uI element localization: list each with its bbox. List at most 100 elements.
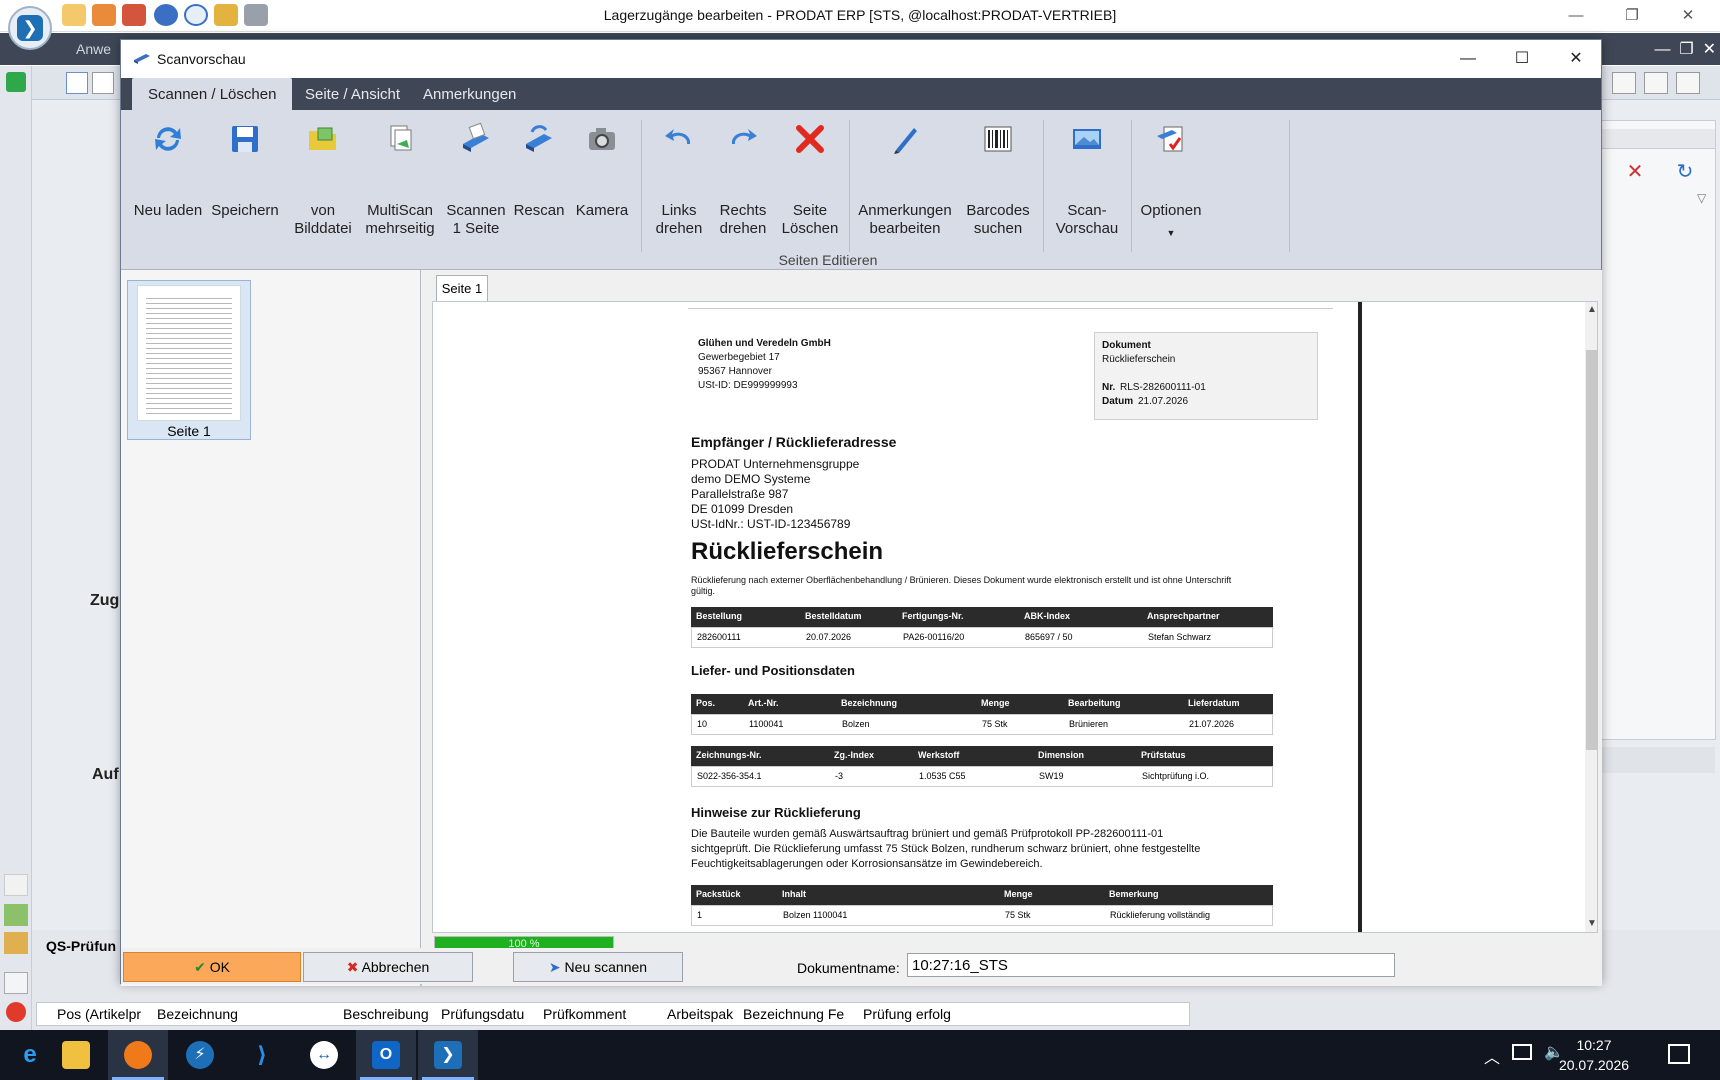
table2-row: 10 1100041 Bolzen 75 Stk Brünieren 21.07…	[691, 714, 1273, 735]
notification-icon[interactable]	[1668, 1044, 1690, 1064]
filter-icon[interactable]: ▽	[1697, 191, 1706, 205]
thumb-lines	[146, 294, 232, 414]
clock-date[interactable]: 20.07.2026	[1554, 1057, 1634, 1073]
neu-scannen-button[interactable]: ➤ Neu scannen	[513, 952, 683, 982]
app-minimize-button[interactable]: —	[1556, 4, 1596, 28]
dialog-maximize-button[interactable]: ☐	[1495, 44, 1549, 74]
col-header[interactable]: Prüfung erfolg	[863, 1006, 951, 1022]
col-header[interactable]: Bezeichnung Fe	[743, 1006, 844, 1022]
right-panel-toolbar	[1601, 747, 1715, 773]
chevron-down-icon: ▼	[1166, 228, 1176, 238]
taskbar-app-blue[interactable]: ⚡	[170, 1030, 230, 1080]
vscode-icon: ⟩	[256, 1042, 268, 1067]
toolbar-window-icon[interactable]	[66, 72, 88, 94]
abbrechen-label: Abbrechen	[361, 959, 430, 975]
clock-time[interactable]: 10:27	[1554, 1037, 1634, 1053]
toolbar-right-icon-1[interactable]	[1612, 72, 1636, 94]
dokumentname-label: Dokumentname:	[797, 960, 900, 976]
tab-seite-ansicht[interactable]: Seite / Ansicht	[289, 78, 416, 110]
scroll-down-icon[interactable]: ▼	[1585, 918, 1597, 929]
ok-button[interactable]: ✔ OK	[123, 952, 301, 982]
speichern-button[interactable]: Speichern	[209, 110, 281, 246]
col-header[interactable]: Prüfungsdatu	[441, 1006, 524, 1022]
col-header[interactable]: Arbeitspak	[667, 1006, 733, 1022]
thumbnail-label: Seite 1	[167, 423, 211, 439]
options-icon	[1157, 126, 1183, 152]
scan-page-icon	[463, 122, 489, 152]
tab-scannen-loeschen[interactable]: Scannen / Löschen	[132, 78, 293, 110]
col-header[interactable]: Beschreibung	[343, 1006, 429, 1022]
rechts-drehen-button[interactable]: Rechts drehen	[711, 110, 775, 246]
page-tab-seite-1[interactable]: Seite 1	[436, 275, 488, 301]
toolbar-right-icon-3[interactable]	[1676, 72, 1700, 94]
app-restore-button[interactable]: ❐	[1612, 4, 1652, 28]
app-left-toolbar	[0, 66, 32, 1030]
network-icon[interactable]	[1512, 1044, 1532, 1060]
cancel-x-icon: ✖	[346, 959, 359, 975]
multiscan-button[interactable]: MultiScan mehrseitig	[359, 110, 441, 246]
page-thumbnail[interactable]: Seite 1	[127, 280, 251, 440]
taskbar-outlook[interactable]: O	[356, 1030, 416, 1080]
taskbar-prodat[interactable]: ❯	[418, 1030, 478, 1080]
taskbar-firefox[interactable]	[108, 1030, 168, 1080]
taskbar-vscode[interactable]: ⟩	[232, 1030, 292, 1080]
table4-row: 1 Bolzen 1100041 75 Stk Rücklieferung vo…	[691, 905, 1273, 926]
menu-anwendung[interactable]: Anwe	[76, 41, 111, 57]
tray-chevron-up-icon[interactable]: ︿	[1484, 1044, 1500, 1068]
chart-edit-icon[interactable]	[4, 904, 28, 926]
optionen-button[interactable]: Optionen ▼	[1131, 110, 1211, 246]
toolbar-right-icon-2[interactable]	[1644, 72, 1668, 94]
td: -3	[835, 771, 844, 781]
rescan-button[interactable]: Rescan	[507, 110, 571, 246]
abbrechen-button[interactable]: ✖ Abbrechen	[303, 952, 473, 982]
box-type: Rücklieferschein	[1102, 354, 1176, 365]
report-icon[interactable]	[4, 932, 28, 954]
camera-icon	[589, 128, 615, 150]
blank-icon[interactable]	[4, 874, 28, 896]
links-drehen-button[interactable]: Links drehen	[647, 110, 711, 246]
app-close-button[interactable]: ✕	[1668, 4, 1708, 28]
page-edge	[1358, 302, 1362, 932]
seite-loeschen-button[interactable]: Seite Löschen	[777, 110, 843, 246]
td: Rücklieferung vollständig	[1110, 910, 1211, 920]
dokumentname-input[interactable]	[907, 953, 1395, 977]
von-bilddatei-button[interactable]: von Bilddatei	[287, 110, 359, 246]
ribbon-separator	[849, 120, 850, 252]
barcodes-suchen-button[interactable]: Barcodes suchen	[957, 110, 1039, 246]
tab-anmerkungen[interactable]: Anmerkungen	[407, 78, 532, 110]
anmerkungen-bearbeiten-button[interactable]: Anmerkungen bearbeiten	[853, 110, 957, 246]
dialog-minimize-button[interactable]: —	[1441, 44, 1495, 74]
scrollbar-thumb[interactable]	[1586, 350, 1597, 750]
doc-topline	[688, 308, 1333, 309]
th: Fertigungs-Nr.	[902, 611, 964, 621]
taskbar-explorer[interactable]	[46, 1030, 106, 1080]
th: Bearbeitung	[1068, 698, 1121, 708]
neu-laden-button[interactable]: Neu laden	[129, 110, 207, 246]
taskbar-teamviewer[interactable]: ↔	[294, 1030, 354, 1080]
dialog-close-button[interactable]: ✕	[1549, 44, 1603, 74]
prodat-logo-icon[interactable]: ❯	[8, 6, 52, 50]
td: 865697 / 50	[1025, 632, 1073, 642]
page-viewer: Seite 1 Glühen und Veredeln GmbH Gewerbe…	[422, 270, 1602, 986]
links-drehen-label: Links drehen	[655, 202, 703, 237]
col-header[interactable]: Prüfkomment	[543, 1006, 626, 1022]
delete-icon[interactable]: ✕	[1621, 159, 1649, 185]
stop-icon[interactable]	[6, 1002, 26, 1022]
refresh-icon[interactable]: ↻	[1671, 159, 1699, 185]
scan-vorschau-button[interactable]: Scan- Vorschau	[1047, 110, 1127, 246]
kamera-button[interactable]: Kamera	[569, 110, 635, 246]
col-header[interactable]: Bezeichnung	[157, 1006, 238, 1022]
th: Pos.	[696, 698, 716, 708]
toolbar-doc-icon[interactable]	[92, 72, 114, 94]
app-titlebar: Lagerzugänge bearbeiten - PRODAT ERP [ST…	[0, 0, 1720, 32]
section-heading: Hinweise zur Rücklieferung	[691, 805, 861, 820]
list-icon[interactable]	[4, 972, 28, 994]
scroll-up-icon[interactable]: ▲	[1585, 304, 1597, 315]
scannen-1-seite-button[interactable]: Scannen 1 Seite	[441, 110, 511, 246]
col-header[interactable]: Pos (Artikelpr	[57, 1006, 141, 1022]
folder-image-icon	[309, 127, 336, 150]
document-scrollbar[interactable]: ▲ ▼	[1585, 302, 1597, 932]
mdi-window-controls[interactable]: — ❐ ✕	[1654, 39, 1716, 59]
green-check-icon[interactable]	[6, 72, 26, 92]
th: Inhalt	[782, 889, 806, 899]
